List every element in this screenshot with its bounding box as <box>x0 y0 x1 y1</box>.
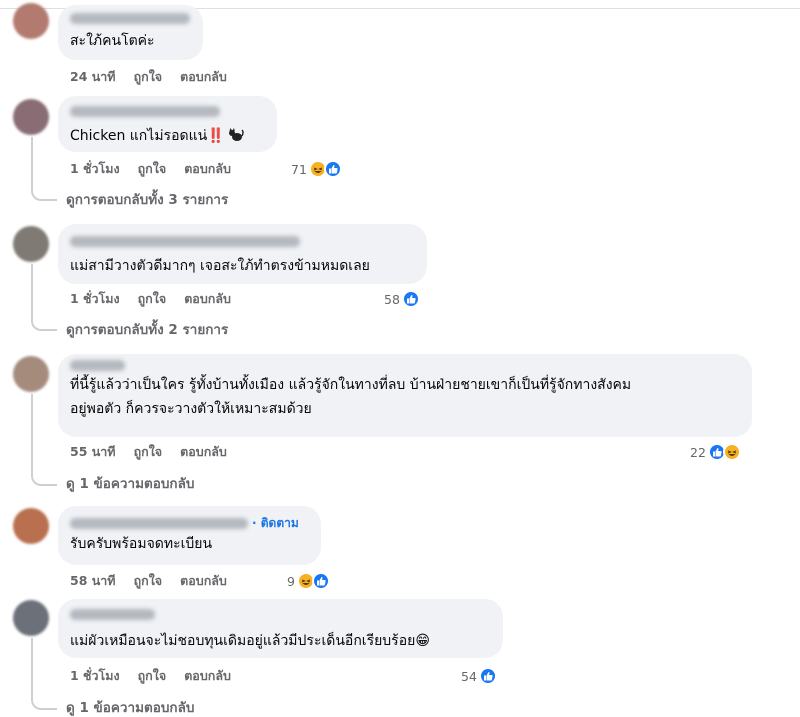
comment-text-main: Chicken แกไม่รอดแน่ <box>70 128 208 144</box>
thread-line <box>31 638 57 710</box>
double-exclamation-icon: ‼️ <box>207 128 225 144</box>
reaction-summary[interactable]: 71 <box>291 160 342 178</box>
comment-actions: 24 นาที ถูกใจ ตอบกลับ <box>70 69 245 85</box>
commenter-name[interactable] <box>70 13 190 24</box>
avatar[interactable] <box>13 508 49 544</box>
comment-text: รับครับพร้อมจดทะเบียน <box>70 536 213 552</box>
avatar[interactable] <box>13 356 49 392</box>
view-replies-link[interactable]: ดูการตอบกลับทั้ง 2 รายการ <box>66 321 228 339</box>
comment-time[interactable]: 24 นาที <box>70 69 116 84</box>
reaction-count: 9 <box>287 573 295 589</box>
thread-line <box>31 137 57 201</box>
black-cat-icon <box>228 126 244 141</box>
reaction-summary[interactable]: 58 <box>384 290 420 308</box>
reaction-summary[interactable]: 22 <box>690 443 741 461</box>
comment-bubble: สะใภ้คนโตค่ะ <box>58 5 203 60</box>
reaction-count: 22 <box>690 444 706 460</box>
comment-bubble: แม่สามีวางตัวดีมากๆ เจอสะใภ้ทำตรงข้ามหมด… <box>58 224 427 284</box>
comment-time[interactable]: 1 ชั่วโมง <box>70 668 120 683</box>
comment-text: แม่สามีวางตัวดีมากๆ เจอสะใภ้ทำตรงข้ามหมด… <box>70 258 370 274</box>
commenter-name[interactable] <box>70 360 125 371</box>
comment-actions: 1 ชั่วโมง ถูกใจ ตอบกลับ <box>70 161 249 177</box>
reaction-count: 71 <box>291 161 307 177</box>
like-button[interactable]: ถูกใจ <box>134 444 163 459</box>
like-reaction-icon <box>311 572 330 590</box>
comment-text: สะใภ้คนโตค่ะ <box>70 33 155 49</box>
reaction-summary[interactable]: 54 <box>461 667 497 685</box>
reply-button[interactable]: ตอบกลับ <box>180 69 227 84</box>
avatar[interactable] <box>13 600 49 636</box>
commenter-name[interactable] <box>70 106 220 117</box>
like-reaction-icon <box>478 667 497 685</box>
comment-bubble: · ติดตาม รับครับพร้อมจดทะเบียน <box>58 506 321 565</box>
view-replies-link[interactable]: ดู 1 ข้อความตอบกลับ <box>66 475 194 493</box>
comment-text: แม่ผัวเหมือนจะไม่ชอบทุนเดิมอยู่แล้วมีประ… <box>70 633 430 649</box>
like-button[interactable]: ถูกใจ <box>138 161 167 176</box>
reply-button[interactable]: ตอบกลับ <box>180 573 227 588</box>
view-replies-link[interactable]: ดูการตอบกลับทั้ง 3 รายการ <box>66 191 228 209</box>
reaction-count: 58 <box>384 291 400 307</box>
comment-text: ที่นี้รู้แล้วว่าเป็นใคร รู้ทั้งบ้านทั้งเ… <box>70 377 632 417</box>
like-button[interactable]: ถูกใจ <box>138 668 167 683</box>
thread-line <box>31 264 57 331</box>
comment-actions: 1 ชั่วโมง ถูกใจ ตอบกลับ <box>70 668 249 684</box>
like-button[interactable]: ถูกใจ <box>138 291 167 306</box>
commenter-name[interactable] <box>70 236 300 247</box>
comment-bubble: แม่ผัวเหมือนจะไม่ชอบทุนเดิมอยู่แล้วมีประ… <box>58 599 503 658</box>
reply-button[interactable]: ตอบกลับ <box>184 668 231 683</box>
haha-reaction-icon <box>722 443 741 461</box>
reply-button[interactable]: ตอบกลับ <box>184 291 231 306</box>
comment-time[interactable]: 58 นาที <box>70 573 116 588</box>
avatar[interactable] <box>13 3 49 39</box>
commenter-name[interactable] <box>70 518 248 529</box>
avatar[interactable] <box>13 226 49 262</box>
thread-line <box>31 394 57 486</box>
follow-link[interactable]: · ติดตาม <box>252 516 299 530</box>
commenter-name[interactable] <box>70 609 155 620</box>
comment-bubble: Chicken แกไม่รอดแน่‼️ <box>58 96 277 152</box>
comment-time[interactable]: 1 ชั่วโมง <box>70 161 120 176</box>
like-reaction-icon <box>401 290 420 308</box>
reply-button[interactable]: ตอบกลับ <box>180 444 227 459</box>
comment-actions: 55 นาที ถูกใจ ตอบกลับ <box>70 444 245 460</box>
reaction-count: 54 <box>461 668 477 684</box>
comment-time[interactable]: 1 ชั่วโมง <box>70 291 120 306</box>
comment-actions: 1 ชั่วโมง ถูกใจ ตอบกลับ <box>70 291 249 307</box>
comment-actions: 58 นาที ถูกใจ ตอบกลับ <box>70 573 245 589</box>
like-button[interactable]: ถูกใจ <box>134 69 163 84</box>
reply-button[interactable]: ตอบกลับ <box>184 161 231 176</box>
comment-text: Chicken แกไม่รอดแน่‼️ <box>70 124 265 148</box>
like-reaction-icon <box>323 160 342 178</box>
comment-bubble: ที่นี้รู้แล้วว่าเป็นใคร รู้ทั้งบ้านทั้งเ… <box>58 354 752 437</box>
like-button[interactable]: ถูกใจ <box>134 573 163 588</box>
comment-time[interactable]: 55 นาที <box>70 444 116 459</box>
view-replies-link[interactable]: ดู 1 ข้อความตอบกลับ <box>66 699 194 717</box>
avatar[interactable] <box>13 99 49 135</box>
reaction-summary[interactable]: 9 <box>287 572 330 590</box>
